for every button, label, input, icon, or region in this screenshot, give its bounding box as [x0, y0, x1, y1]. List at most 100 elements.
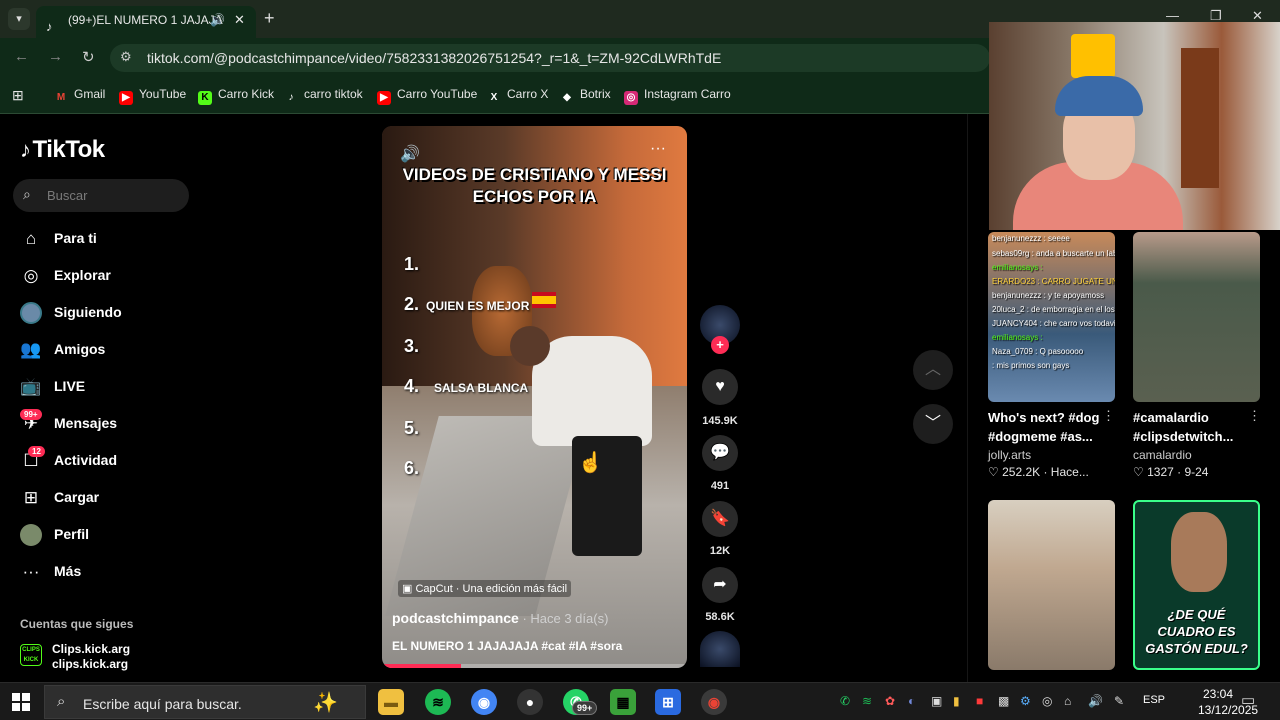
spotify-icon[interactable]: ≋: [425, 689, 451, 715]
recommended-thumbnail[interactable]: ¿DE QUÉ CUADRO ES GASTÓN EDUL?: [1133, 500, 1260, 670]
forward-icon[interactable]: →: [48, 48, 63, 65]
like-count: 145.9K: [702, 415, 738, 427]
active-tab[interactable]: ♪ (99+)EL NUMERO 1 JAJAJA 🔊 ✕: [36, 6, 256, 38]
nav-mensajes[interactable]: ✈ 99+ Mensajes: [20, 409, 190, 439]
nav-mas[interactable]: ··· Más: [20, 559, 190, 587]
bookmark-youtube[interactable]: ▶ YouTube: [119, 87, 186, 105]
pen-icon[interactable]: ✎: [1114, 694, 1124, 708]
recommended-title[interactable]: Who's next? #dog: [988, 408, 1099, 427]
bookmark-carro-youtube[interactable]: ▶ Carro YouTube: [377, 87, 477, 105]
back-icon[interactable]: ←: [14, 48, 29, 65]
bookmark-botrix[interactable]: ◆ Botrix: [560, 87, 611, 105]
new-tab-button[interactable]: +: [264, 8, 275, 29]
taskbar-clock[interactable]: 23:04 13/12/2025: [1198, 686, 1258, 718]
bookmark-gmail[interactable]: M Gmail: [54, 87, 106, 105]
tiktok-logo[interactable]: ♪TikTok: [20, 136, 105, 164]
nav-amigos[interactable]: 👥 Amigos: [20, 337, 190, 365]
video-author[interactable]: podcastchimpance · Hace 3 día(s): [392, 610, 608, 626]
video-frame-person: [532, 336, 652, 446]
minecraft-icon[interactable]: ▦: [610, 689, 636, 715]
tray-shield-icon[interactable]: ▮: [953, 694, 960, 708]
discord-tray-icon[interactable]: ◐: [908, 694, 915, 708]
store-icon[interactable]: ⊞: [655, 689, 681, 715]
previous-video-chevron-up-icon[interactable]: ︿: [913, 350, 953, 390]
bookmark-instagram-carro[interactable]: ◎ Instagram Carro: [624, 87, 731, 105]
spotify-tray-icon[interactable]: ≋: [862, 694, 872, 708]
bookmark-carro-kick[interactable]: K Carro Kick: [198, 87, 274, 105]
follow-plus-icon[interactable]: +: [711, 336, 729, 354]
search-icon: ⌕: [57, 693, 66, 710]
video-progress-bar[interactable]: [382, 664, 687, 668]
bookmark-icon[interactable]: 🔖: [702, 501, 738, 537]
whatsapp-tray-icon[interactable]: ✆: [840, 694, 850, 708]
recommended-thumbnail[interactable]: [988, 500, 1115, 670]
nav-label: Perfil: [54, 526, 90, 542]
volume-icon[interactable]: 🔊: [400, 144, 420, 164]
more-options-icon[interactable]: ⋮: [1248, 408, 1261, 424]
mouse-cursor-icon: ☝: [578, 452, 603, 474]
author-name: podcastchimpance: [392, 610, 519, 626]
more-options-icon[interactable]: ⋮: [1102, 408, 1115, 424]
reload-icon[interactable]: ↻: [82, 48, 95, 66]
language-indicator[interactable]: ESP: [1143, 694, 1165, 706]
chat-line: JUANCY404 : che carro vos todavia me deb…: [992, 319, 1115, 328]
tray-app-icon[interactable]: ◎: [1042, 694, 1052, 708]
like-heart-icon[interactable]: ♥: [702, 369, 738, 405]
recommended-title[interactable]: #dogmeme #as...: [988, 427, 1093, 446]
video-more-icon[interactable]: ···: [650, 140, 666, 158]
nav-label: Explorar: [54, 267, 111, 283]
bookmark-carro-x[interactable]: X Carro X: [487, 87, 549, 105]
video-player[interactable]: 🔊 ··· VIDEOS DE CRISTIANO Y MESSI ECHOS …: [382, 126, 687, 668]
following-account[interactable]: CLIPS KICK Clips.kick.arg clips.kick.arg: [20, 642, 190, 676]
tab-search-button[interactable]: ▾: [8, 8, 30, 30]
site-info-icon[interactable]: ⚙: [120, 49, 132, 65]
nav-explorar[interactable]: ◎ Explorar: [20, 263, 190, 291]
volume-tray-icon[interactable]: 🔊: [1088, 694, 1103, 708]
network-icon[interactable]: ⌂: [1064, 694, 1071, 708]
nav-cargar[interactable]: ⊞ Cargar: [20, 485, 190, 513]
bookmark-carro-tiktok[interactable]: ♪ carro tiktok: [284, 87, 363, 105]
music-disc-icon[interactable]: [700, 631, 740, 667]
share-icon[interactable]: ➦: [702, 567, 738, 603]
nav-label: Para ti: [54, 230, 97, 246]
comment-icon[interactable]: 💬: [702, 435, 738, 471]
chrome-icon[interactable]: ◉: [471, 689, 497, 715]
nav-actividad[interactable]: ☐ 12 Actividad: [20, 446, 190, 476]
tray-app-icon[interactable]: ■: [976, 694, 983, 708]
obs-icon[interactable]: ●: [517, 689, 543, 715]
chat-line: 20luca_2 : de emborragia en el los papit…: [992, 305, 1115, 314]
recommended-thumbnail[interactable]: benjanunezzz : seeee sebas09rg : anda a …: [988, 232, 1115, 402]
recommended-thumbnail[interactable]: [1133, 232, 1260, 402]
chat-line: benjanunezzz : seeee: [992, 234, 1070, 243]
recommended-meta: ♡ 1327 · 9-24: [1133, 465, 1208, 479]
search-input[interactable]: ⌕ Buscar: [13, 179, 189, 212]
recommended-user[interactable]: camalardio: [1133, 448, 1192, 462]
heart-outline-icon: ♡: [988, 465, 1003, 479]
windows-start-icon[interactable]: [12, 693, 30, 711]
capcut-icon: ▣: [402, 583, 416, 595]
capcut-label[interactable]: ▣ CapCut · Una edición más fácil: [398, 580, 572, 597]
url-field[interactable]: ⚙ tiktok.com/@podcastchimpance/video/758…: [110, 44, 990, 72]
notifications-icon[interactable]: ▭: [1241, 691, 1255, 709]
nav-perfil[interactable]: Perfil: [20, 522, 190, 550]
nav-para-ti[interactable]: ⌂ Para ti: [20, 226, 190, 254]
recommended-user[interactable]: jolly.arts: [988, 448, 1031, 462]
next-video-chevron-down-icon[interactable]: ﹀: [913, 404, 953, 444]
speaker-icon[interactable]: 🔊: [210, 6, 225, 34]
nav-live[interactable]: 📺 LIVE: [20, 374, 190, 402]
tray-app-icon[interactable]: ✿: [885, 694, 895, 708]
minimize-icon[interactable]: —: [1166, 8, 1179, 23]
tray-settings-icon[interactable]: ⚙: [1020, 694, 1031, 708]
post-time: · Hace 3 día(s): [518, 611, 609, 626]
chrome-active-icon[interactable]: ◉: [701, 689, 727, 715]
recommended-title[interactable]: #clipsdetwitch...: [1133, 427, 1233, 446]
file-explorer-icon[interactable]: ▬: [378, 689, 404, 715]
taskbar-search-input[interactable]: ⌕ Escribe aquí para buscar. ✨: [44, 685, 366, 719]
webcam-door: [1181, 48, 1219, 188]
recommended-title[interactable]: #camalardio: [1133, 408, 1209, 427]
nav-siguiendo[interactable]: Siguiendo: [20, 300, 190, 328]
close-tab-icon[interactable]: ✕: [234, 6, 245, 34]
apps-grid-icon[interactable]: ⊞: [12, 87, 24, 104]
tray-app-icon[interactable]: ▣: [931, 694, 942, 708]
tray-app-icon[interactable]: ▩: [998, 694, 1009, 708]
